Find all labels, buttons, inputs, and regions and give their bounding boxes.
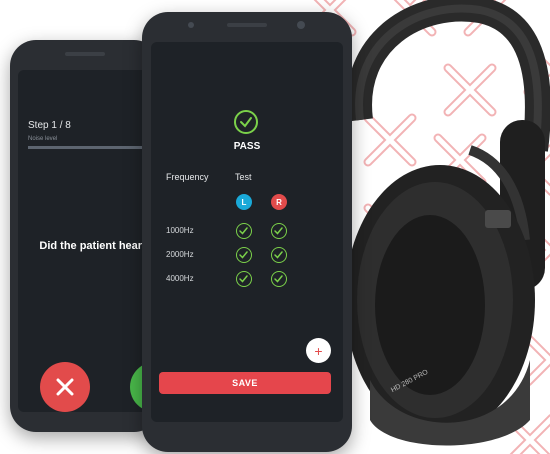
front-camera-icon: [297, 21, 305, 29]
right-ear-badge: R: [271, 194, 287, 210]
pass-check-icon: [234, 110, 258, 134]
result-status: PASS: [233, 141, 261, 152]
camera-icon: [188, 22, 194, 28]
close-icon: [56, 378, 74, 396]
right-pass-icon: [271, 271, 287, 287]
phone-back: Step 1 / 8 Noise level Did the patient h…: [10, 40, 160, 432]
question-text: Did the patient hear the tone?: [39, 240, 152, 252]
noise-level-fill: [28, 146, 152, 149]
noise-level-label: Noise level: [28, 136, 58, 142]
test-header: Test: [235, 172, 252, 182]
phone-front: PASS Frequency Test L R 1000Hz 2000Hz 40…: [142, 12, 352, 452]
frequency-label: 4000Hz: [166, 274, 194, 283]
hearing-test-screen: Step 1 / 8 Noise level Did the patient h…: [18, 70, 152, 412]
right-pass-icon: [271, 223, 287, 239]
frequency-header: Frequency: [166, 172, 209, 182]
left-pass-icon: [236, 247, 252, 263]
speaker-grille: [227, 23, 267, 27]
speaker-grille: [65, 52, 105, 56]
headphones-image: HD 280 PRO: [330, 0, 550, 454]
add-button[interactable]: +: [306, 338, 331, 363]
frequency-label: 2000Hz: [166, 250, 194, 259]
step-indicator: Step 1 / 8: [28, 120, 71, 131]
left-ear-badge: L: [236, 194, 252, 210]
frequency-label: 1000Hz: [166, 226, 194, 235]
results-screen: PASS Frequency Test L R 1000Hz 2000Hz 40…: [151, 42, 343, 422]
left-pass-icon: [236, 223, 252, 239]
left-pass-icon: [236, 271, 252, 287]
save-button[interactable]: SAVE: [159, 372, 331, 394]
right-pass-icon: [271, 247, 287, 263]
noise-level-bar: [28, 146, 152, 149]
plus-icon: +: [314, 342, 323, 359]
not-heard-button[interactable]: [40, 362, 90, 412]
